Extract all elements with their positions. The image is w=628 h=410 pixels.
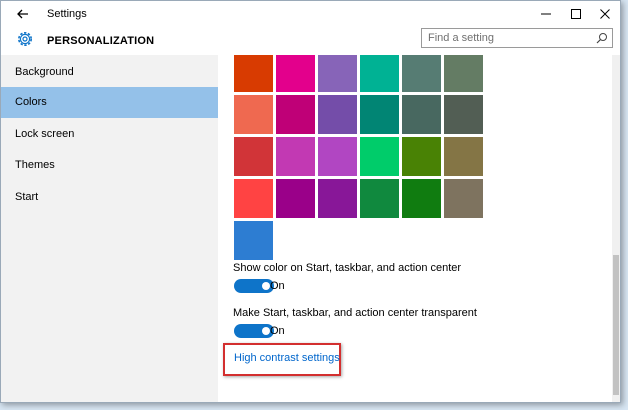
color-swatch[interactable] bbox=[234, 137, 273, 176]
show-color-state: On bbox=[270, 280, 285, 292]
color-swatch[interactable] bbox=[318, 179, 357, 218]
toggle-knob bbox=[262, 327, 270, 335]
gear-icon bbox=[15, 29, 35, 49]
color-swatch[interactable] bbox=[360, 179, 399, 218]
color-swatch[interactable] bbox=[318, 55, 357, 92]
sidebar-item-themes[interactable]: Themes bbox=[1, 150, 218, 181]
color-swatch[interactable] bbox=[444, 179, 483, 218]
back-arrow-icon bbox=[17, 9, 28, 19]
color-swatch[interactable] bbox=[444, 137, 483, 176]
sidebar-item-label: Colors bbox=[15, 96, 47, 108]
content-pane: Show color on Start, taskbar, and action… bbox=[218, 55, 620, 402]
show-color-toggle[interactable] bbox=[234, 279, 274, 293]
color-swatch[interactable] bbox=[444, 95, 483, 134]
title-bar: Settings bbox=[1, 1, 620, 26]
transparent-toggle[interactable] bbox=[234, 324, 274, 338]
minimize-button[interactable] bbox=[531, 4, 561, 24]
sidebar-item-colors[interactable]: Colors bbox=[1, 87, 218, 118]
color-swatch[interactable] bbox=[444, 55, 483, 92]
color-swatch[interactable] bbox=[360, 95, 399, 134]
search-box[interactable] bbox=[421, 28, 613, 48]
settings-window: Settings PERSONALIZATION Find a setting … bbox=[0, 0, 621, 403]
color-swatch[interactable] bbox=[234, 55, 273, 92]
sidebar-item-label: Background bbox=[15, 66, 74, 78]
show-color-label: Show color on Start, taskbar, and action… bbox=[233, 262, 462, 274]
color-swatch[interactable] bbox=[318, 137, 357, 176]
transparent-label: Make Start, taskbar, and action center t… bbox=[233, 307, 477, 319]
sidebar: Background Colors Lock screen Themes Sta… bbox=[1, 55, 218, 402]
color-swatch[interactable] bbox=[402, 55, 441, 92]
sidebar-item-start[interactable]: Start bbox=[1, 182, 218, 213]
sidebar-item-background[interactable]: Background bbox=[1, 57, 218, 88]
high-contrast-settings-link[interactable]: High contrast settings bbox=[234, 352, 340, 364]
search-input[interactable] bbox=[422, 29, 596, 47]
color-swatch[interactable] bbox=[234, 221, 273, 260]
color-swatch[interactable] bbox=[276, 137, 315, 176]
sidebar-item-label: Themes bbox=[15, 159, 55, 171]
transparent-state: On bbox=[270, 325, 285, 337]
color-swatch[interactable] bbox=[402, 179, 441, 218]
scrollbar-thumb[interactable] bbox=[613, 255, 619, 395]
color-swatch[interactable] bbox=[360, 55, 399, 92]
color-swatch[interactable] bbox=[402, 137, 441, 176]
sidebar-item-label: Lock screen bbox=[15, 128, 75, 140]
scrollbar[interactable] bbox=[612, 55, 620, 402]
close-button[interactable] bbox=[590, 4, 620, 24]
color-swatch[interactable] bbox=[318, 95, 357, 134]
color-swatch[interactable] bbox=[360, 137, 399, 176]
color-swatch[interactable] bbox=[276, 55, 315, 92]
page-title: PERSONALIZATION bbox=[47, 35, 155, 47]
window-title: Settings bbox=[47, 8, 87, 20]
maximize-button[interactable] bbox=[561, 4, 591, 24]
sidebar-item-lock-screen[interactable]: Lock screen bbox=[1, 119, 218, 150]
maximize-icon bbox=[571, 9, 581, 19]
back-button[interactable] bbox=[13, 5, 33, 23]
color-swatch[interactable] bbox=[402, 95, 441, 134]
color-swatch[interactable] bbox=[234, 179, 273, 218]
color-swatch[interactable] bbox=[276, 179, 315, 218]
sidebar-item-label: Start bbox=[15, 191, 39, 203]
color-swatch[interactable] bbox=[234, 95, 273, 134]
toggle-knob bbox=[262, 282, 270, 290]
color-swatch[interactable] bbox=[276, 95, 315, 134]
close-icon bbox=[600, 9, 610, 19]
minimize-icon bbox=[541, 13, 551, 15]
page-header: PERSONALIZATION bbox=[1, 26, 620, 55]
search-icon[interactable] bbox=[596, 32, 608, 44]
